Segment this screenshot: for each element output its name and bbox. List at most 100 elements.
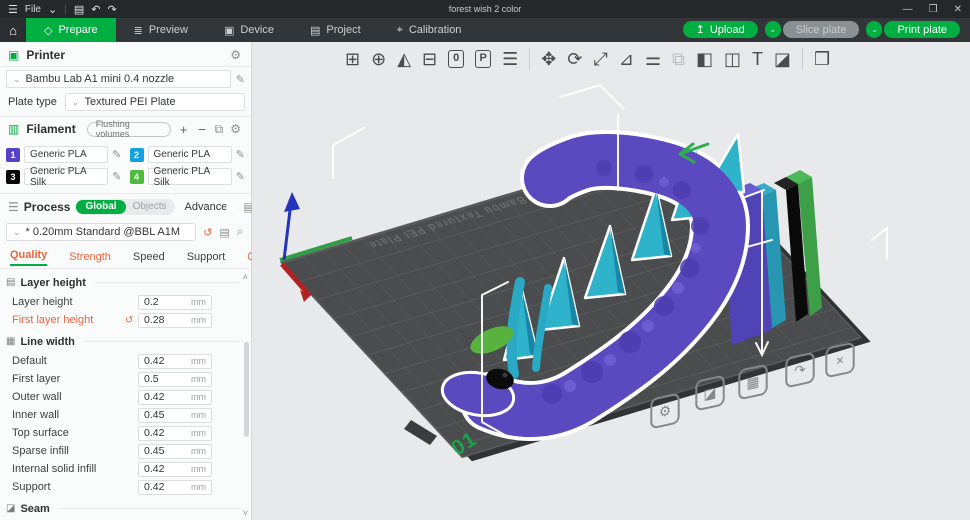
upload-button[interactable]: ↥ Upload (683, 21, 758, 38)
first-layer-height-input[interactable]: 0.28 mm (138, 313, 212, 328)
add-object-icon[interactable]: ⊞ (345, 50, 360, 68)
section-line-width[interactable]: ▦ Line width (0, 331, 251, 352)
sparse-infill-line-width-input[interactable]: 0.45mm (138, 444, 212, 459)
first-layer-line-width-input[interactable]: 0.5mm (138, 372, 212, 387)
filament-edit-icon[interactable]: ✎ (112, 148, 121, 161)
split-to-objects-icon[interactable]: 0 (448, 50, 464, 68)
printer-select[interactable]: ⌄ Bambu Lab A1 mini 0.4 nozzle (6, 70, 231, 88)
filament-edit-icon[interactable]: ✎ (236, 148, 245, 161)
viewport-3d[interactable]: Bambu Textured PEI Plate ⊞ ⊕ ◭ ⊟ 0 P ☰ ✥… (252, 42, 970, 520)
mesh-edit-icon[interactable]: ◫ (724, 50, 741, 68)
build-plate[interactable]: Bambu Textured PEI Plate (280, 142, 862, 458)
plate-settings-button[interactable]: ⚙ (650, 393, 679, 430)
filament-name[interactable]: Generic PLA Silk (24, 168, 108, 185)
tab-support[interactable]: Support (187, 251, 226, 266)
remove-filament-button[interactable]: − (196, 122, 207, 137)
undo-icon[interactable]: ↶ (91, 3, 100, 16)
scope-objects[interactable]: Objects (126, 200, 174, 214)
rotate-icon[interactable]: ⟳ (567, 50, 582, 68)
plate-delete-button[interactable]: × (825, 342, 854, 379)
top-surface-line-width-input[interactable]: 0.42mm (138, 426, 212, 441)
mesh-boolean-icon[interactable]: ⧉ (672, 50, 685, 68)
layer-height-input[interactable]: 0.2 mm (138, 295, 212, 310)
plate-arrange-button[interactable]: ▦ (738, 364, 767, 401)
reset-icon[interactable]: ↺ (125, 315, 138, 326)
move-icon[interactable]: ✥ (541, 50, 556, 68)
add-plate-icon[interactable]: ⊕ (371, 50, 386, 68)
search-icon[interactable]: ⌕ (237, 226, 243, 239)
plate-lock-button[interactable]: ◪ (695, 375, 724, 412)
scale-icon[interactable]: ⤢ (593, 50, 607, 68)
slice-plate-button[interactable]: Slice plate (783, 21, 860, 38)
tab-preview[interactable]: ≣ Preview (116, 18, 206, 42)
process-scope-switch[interactable]: Global Objects (75, 199, 174, 215)
tab-speed[interactable]: Speed (133, 251, 165, 266)
slice-dropdown-button[interactable]: ⌄ (765, 21, 781, 38)
filament-manage-icon[interactable]: ⧉ (215, 122, 224, 137)
filament-name[interactable]: Generic PLA (148, 146, 232, 163)
close-icon[interactable]: ✕ (954, 4, 962, 15)
tab-project[interactable]: ▤ Project (292, 18, 379, 42)
process-preset-select[interactable]: ⌄ * 0.20mm Standard @BBL A1M (6, 223, 196, 241)
arrange-icon[interactable]: ⊟ (422, 50, 437, 68)
filament-edit-icon[interactable]: ✎ (236, 170, 245, 183)
place-on-face-icon[interactable]: ⊿ (619, 50, 634, 68)
cut-icon[interactable]: ⚌ (645, 50, 661, 68)
printer-edit-icon[interactable]: ✎ (236, 73, 245, 86)
filament-name[interactable]: Generic PLA (24, 146, 108, 163)
tab-prepare[interactable]: ◇ Prepare (26, 18, 116, 42)
scrollbar-thumb[interactable] (244, 342, 249, 437)
plate-orient-button[interactable]: ↷ (785, 352, 814, 389)
filament-header: ▥ Filament Flushing volumes + − ⧉ ⚙ (0, 120, 251, 138)
settings-scroll-area[interactable]: ▤ Layer height Layer height 0.2 mm First… (0, 270, 251, 520)
print-plate-button[interactable]: Print plate (884, 21, 960, 38)
filament-edit-icon[interactable]: ✎ (112, 170, 121, 183)
paint-icon[interactable]: ◪ (774, 50, 791, 68)
process-header: ☰ Process Global Objects Advanced ▤ ∷ (0, 198, 251, 216)
filament-color-chip[interactable]: 3 (6, 170, 20, 184)
assembly-icon[interactable]: ❒ (814, 50, 830, 68)
section-seam[interactable]: ◪ Seam (0, 498, 251, 519)
printer-settings-gear-icon[interactable]: ⚙ (230, 48, 241, 62)
print-dropdown-button[interactable]: ⌄ (866, 21, 882, 38)
tab-device[interactable]: ▣ Device (206, 18, 292, 42)
chevron-down-icon[interactable]: ⌄ (48, 3, 57, 16)
inner-wall-line-width-input[interactable]: 0.45mm (138, 408, 212, 423)
support-line-width-input[interactable]: 0.42mm (138, 480, 212, 495)
minimize-icon[interactable]: — (903, 4, 913, 15)
filament-name[interactable]: Generic PLA Silk (148, 168, 232, 185)
home-button[interactable]: ⌂ (0, 18, 26, 42)
outer-wall-line-width-input[interactable]: 0.42mm (138, 390, 212, 405)
scope-global[interactable]: Global (76, 200, 125, 214)
internal-solid-infill-line-width-input[interactable]: 0.42mm (138, 462, 212, 477)
tab-quality[interactable]: Quality (10, 249, 47, 266)
plate-type-select[interactable]: ⌄ Textured PEI Plate (65, 93, 245, 111)
save-preset-icon[interactable]: ▤ (219, 226, 229, 239)
filament-color-chip[interactable]: 4 (130, 170, 144, 184)
filament-settings-gear-icon[interactable]: ⚙ (230, 122, 241, 136)
restore-icon[interactable]: ❐ (929, 4, 938, 15)
scroll-up-icon[interactable]: ˄ (243, 272, 248, 282)
variable-layer-height-icon[interactable]: ☰ (502, 50, 518, 68)
section-layer-height[interactable]: ▤ Layer height (0, 272, 251, 293)
add-filament-button[interactable]: + (178, 122, 189, 137)
tab-calibration[interactable]: ⌖ Calibration (379, 18, 480, 42)
tab-strength[interactable]: Strength (69, 251, 111, 266)
auto-orient-icon[interactable]: ◭ (397, 50, 411, 68)
text-icon[interactable]: T (752, 50, 763, 68)
flushing-volumes-button[interactable]: Flushing volumes (87, 122, 171, 137)
menu-icon[interactable]: ☰ (8, 3, 18, 16)
color-painting-icon[interactable]: ◧ (696, 50, 713, 68)
filament-color-chip[interactable]: 2 (130, 148, 144, 162)
scroll-down-icon[interactable]: ˅ (243, 508, 248, 518)
new-project-icon[interactable]: ▤ (74, 3, 84, 16)
seam-icon: ◪ (6, 503, 15, 514)
split-to-parts-icon[interactable]: P (475, 50, 491, 68)
default-line-width-input[interactable]: 0.42mm (138, 354, 212, 369)
device-icon: ▣ (224, 24, 234, 37)
redo-icon[interactable]: ↷ (107, 3, 116, 16)
file-menu[interactable]: File (25, 4, 41, 15)
filament-color-chip[interactable]: 1 (6, 148, 20, 162)
reset-preset-icon[interactable]: ↺ (203, 226, 212, 239)
plate-lock-icon: ◪ (704, 383, 717, 403)
